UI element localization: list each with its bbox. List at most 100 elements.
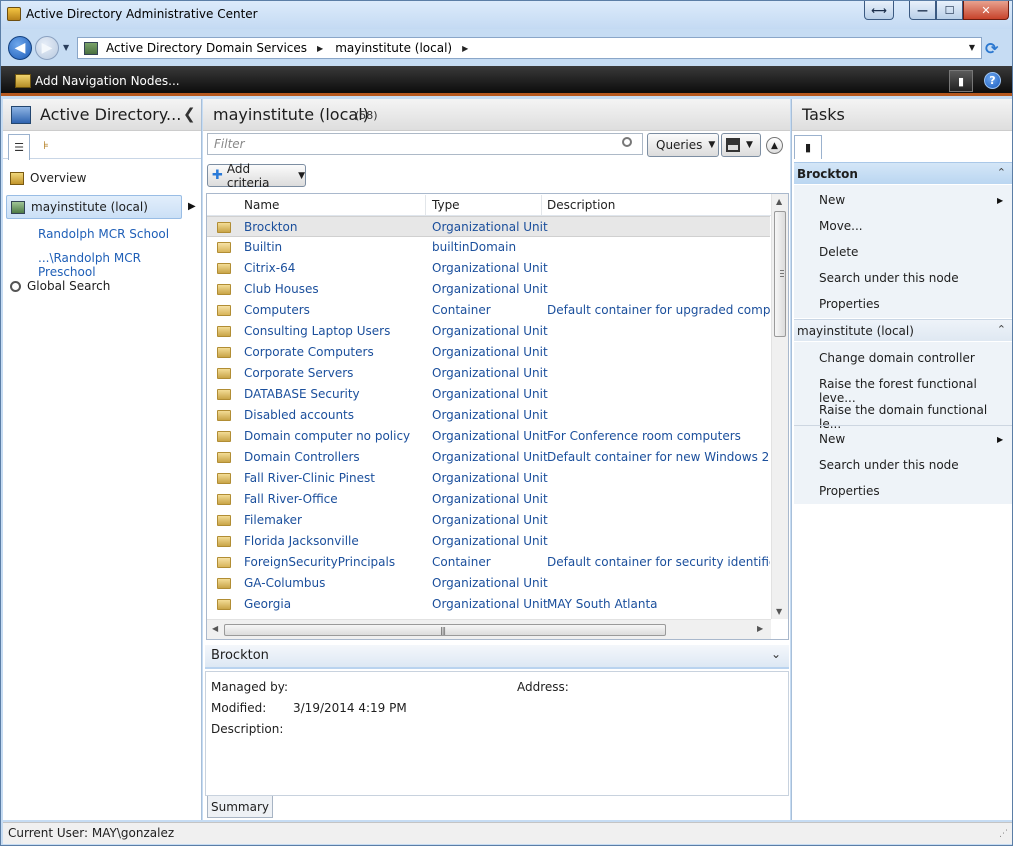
chevron-up-icon[interactable]: ⌃ <box>997 166 1006 179</box>
table-row[interactable]: Fall River-Office Organizational Unit <box>207 489 770 510</box>
add-navigation-nodes-button[interactable]: Add Navigation Nodes... <box>35 74 180 88</box>
sidebar-item-domain[interactable]: mayinstitute (local) <box>6 195 182 219</box>
table-row[interactable]: Brockton Organizational Unit <box>207 216 770 237</box>
task-group-header-domain[interactable]: mayinstitute (local) ⌃ <box>794 319 1012 341</box>
domain-services-icon <box>84 41 98 55</box>
save-query-button[interactable]: ▼ <box>721 133 761 157</box>
task-raise-forest-level[interactable]: Raise the forest functional leve... <box>819 377 1012 405</box>
task-move[interactable]: Move... <box>819 219 863 233</box>
table-row[interactable]: Georgia Organizational Unit MAY South Atla… <box>207 594 770 615</box>
table-row[interactable]: Builtin builtinDomain <box>207 237 770 258</box>
table-row[interactable]: DATABASE Security Organizational Unit <box>207 384 770 405</box>
scroll-up-icon[interactable]: ▲ <box>776 197 782 206</box>
breadcrumb[interactable]: Active Directory Domain Services ▶ mayin… <box>77 37 982 59</box>
scrollbar-thumb[interactable]: ||| <box>224 624 666 636</box>
scrollbar-thumb[interactable] <box>774 211 786 337</box>
submenu-arrow-icon[interactable]: ▶ <box>997 196 1003 205</box>
table-row[interactable]: Filemaker Organizational Unit <box>207 510 770 531</box>
cell-name: Corporate Computers <box>244 345 374 359</box>
restore-size-button[interactable]: ⟷ <box>864 1 894 20</box>
queries-button[interactable]: Queries ▼ <box>647 133 719 157</box>
submenu-arrow-icon[interactable]: ▶ <box>997 435 1003 444</box>
column-divider[interactable] <box>425 195 426 215</box>
organizational-unit-icon <box>217 515 231 526</box>
clipboard-button[interactable]: ▮ <box>949 70 973 92</box>
table-row[interactable]: Computers Container Default container for … <box>207 300 770 321</box>
expand-arrow-icon[interactable]: ▶ <box>188 201 196 212</box>
tab-tasks[interactable]: ▮ <box>794 135 822 159</box>
column-divider[interactable] <box>541 195 542 215</box>
address-label: Address: <box>517 680 569 694</box>
horizontal-scrollbar[interactable]: ◀ ||| ▶ <box>207 619 771 639</box>
window-title: Active Directory Administrative Center <box>26 7 258 21</box>
scroll-left-icon[interactable]: ◀ <box>212 624 218 633</box>
column-header-type[interactable]: Type <box>432 198 460 212</box>
cell-type: Organizational Unit <box>432 492 548 506</box>
address-dropdown-icon[interactable]: ▼ <box>969 43 975 52</box>
chevron-up-icon[interactable]: ⌃ <box>997 323 1006 336</box>
tab-tree-view[interactable]: ⊧ <box>35 134 57 156</box>
table-row[interactable]: Citrix-64 Organizational Unit <box>207 258 770 279</box>
table-row[interactable]: Fall River-Clinic Pinest Organizational U… <box>207 468 770 489</box>
table-row[interactable]: Domain Controllers Organizational Unit Def… <box>207 447 770 468</box>
list-rows: Brockton Organizational Unit Builtin builti… <box>207 216 770 619</box>
scroll-right-icon[interactable]: ▶ <box>757 624 763 633</box>
breadcrumb-chevron-icon[interactable]: ▶ <box>317 44 323 53</box>
chevron-down-icon[interactable]: ⌄ <box>771 647 781 661</box>
minimize-button[interactable]: — <box>909 1 936 20</box>
tab-summary[interactable]: Summary <box>207 796 273 818</box>
task-delete[interactable]: Delete <box>819 245 858 259</box>
vertical-scrollbar[interactable]: ▲ ▼ <box>771 194 788 619</box>
close-button[interactable]: ✕ <box>963 1 1009 20</box>
add-criteria-button[interactable]: ✚ Add criteria ▼ <box>207 162 306 190</box>
table-row[interactable]: Domain computer no policy Organizational … <box>207 426 770 447</box>
sidebar-item-randolph-school[interactable]: Randolph MCR School <box>38 227 169 241</box>
organizational-unit-icon <box>217 284 231 295</box>
help-button[interactable]: ? <box>984 72 1001 89</box>
task-search-under-node[interactable]: Search under this node <box>819 271 959 285</box>
organizational-unit-icon <box>217 368 231 379</box>
breadcrumb-chevron-icon[interactable]: ▶ <box>462 44 468 53</box>
sidebar-item-global-search[interactable]: Global Search <box>3 274 202 298</box>
table-row[interactable]: Corporate Computers Organizational Unit <box>207 342 770 363</box>
column-header-name[interactable]: Name <box>244 198 279 212</box>
task-group-header-brockton[interactable]: Brockton ⌃ <box>794 162 1012 184</box>
table-row[interactable]: Club Houses Organizational Unit <box>207 279 770 300</box>
breadcrumb-item-domain[interactable]: mayinstitute (local) <box>335 41 452 55</box>
breadcrumb-item-ads[interactable]: Active Directory Domain Services <box>106 41 307 55</box>
organizational-unit-icon <box>217 410 231 421</box>
task-change-domain-controller[interactable]: Change domain controller <box>819 351 975 365</box>
chevron-up-icon: ▲ <box>771 140 778 151</box>
details-header[interactable]: Brockton ⌄ <box>205 645 789 669</box>
task-raise-domain-level[interactable]: Raise the domain functional le... <box>819 403 1012 431</box>
table-row[interactable]: ForeignSecurityPrincipals Container Defaul… <box>207 552 770 573</box>
task-new[interactable]: New <box>819 432 845 446</box>
collapse-pane-icon[interactable]: ❮ <box>183 105 196 123</box>
task-properties[interactable]: Properties <box>819 297 880 311</box>
search-icon[interactable] <box>622 137 632 147</box>
table-row[interactable]: Corporate Servers Organizational Unit <box>207 363 770 384</box>
organizational-unit-icon <box>217 536 231 547</box>
task-search-under-node[interactable]: Search under this node <box>819 458 959 472</box>
filter-input[interactable] <box>207 133 643 155</box>
history-dropdown-icon[interactable]: ▼ <box>63 43 69 52</box>
table-row[interactable]: Consulting Laptop Users Organizational Un… <box>207 321 770 342</box>
table-row[interactable]: Disabled accounts Organizational Unit <box>207 405 770 426</box>
refresh-icon[interactable]: ⟳ <box>985 39 998 58</box>
column-header-description[interactable]: Description <box>547 198 615 212</box>
tab-list-view[interactable]: ☰ <box>8 134 30 160</box>
scroll-down-icon[interactable]: ▼ <box>776 607 782 616</box>
cell-name: Disabled accounts <box>244 408 355 422</box>
table-row[interactable]: Florida Jacksonville Organizational Unit <box>207 531 770 552</box>
maximize-button[interactable]: ☐ <box>936 1 963 20</box>
table-row[interactable]: GA-Columbus Organizational Unit <box>207 573 770 594</box>
task-properties[interactable]: Properties <box>819 484 880 498</box>
collapse-filter-button[interactable]: ▲ <box>766 137 783 154</box>
forward-button[interactable]: ▶ <box>35 36 59 60</box>
resize-grip-icon[interactable]: ⋰ <box>999 829 1008 839</box>
content-pane-header: mayinstitute (local) (58) <box>203 99 790 131</box>
sidebar-item-overview[interactable]: Overview <box>3 166 202 190</box>
plus-icon: ✚ <box>212 168 223 183</box>
back-button[interactable]: ◀ <box>8 36 32 60</box>
task-new[interactable]: New <box>819 193 845 207</box>
